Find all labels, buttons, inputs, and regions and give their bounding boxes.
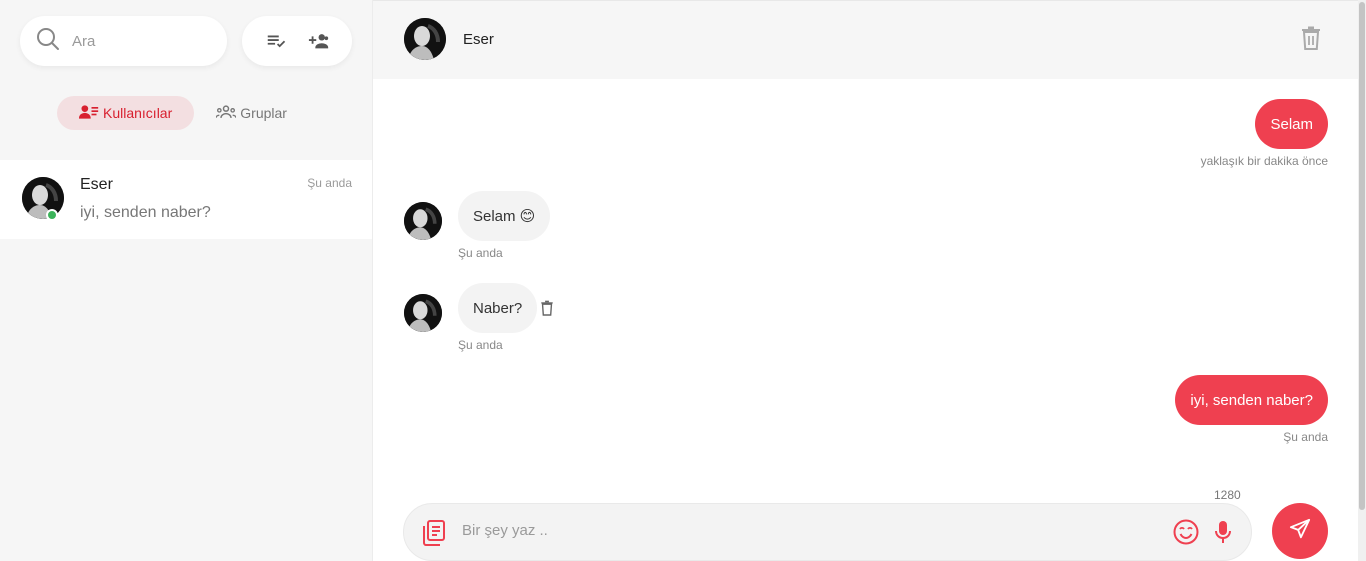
avatar <box>404 294 442 332</box>
contacts-icon <box>79 104 103 123</box>
sidebar: Kullanıcılar Gruplar Eser Şu anda iyi, s… <box>0 0 373 561</box>
message-time: Şu anda <box>458 338 503 352</box>
person-add-icon[interactable] <box>305 27 333 55</box>
sidebar-actions <box>242 16 352 66</box>
conversation-name: Eser <box>80 176 113 193</box>
scrollbar-thumb[interactable] <box>1359 2 1365 510</box>
sidebar-tabs: Kullanıcılar Gruplar <box>57 96 289 130</box>
search-box[interactable] <box>20 16 227 66</box>
tab-groups-label: Gruplar <box>240 105 287 121</box>
search-icon <box>36 27 60 56</box>
message-time: Şu anda <box>1283 430 1328 444</box>
tab-groups[interactable]: Gruplar <box>214 96 289 130</box>
trash-icon[interactable] <box>1300 26 1324 52</box>
microphone-icon[interactable] <box>1214 520 1232 549</box>
tab-users[interactable]: Kullanıcılar <box>57 96 195 130</box>
message-time: Şu anda <box>458 246 503 260</box>
chat-header: Eser <box>373 0 1358 79</box>
send-icon <box>1289 518 1311 545</box>
char-limit: 1280 <box>1214 488 1241 502</box>
composer <box>403 503 1252 561</box>
avatar <box>404 202 442 240</box>
trash-icon[interactable] <box>540 300 554 321</box>
emoji-icon[interactable] <box>1173 519 1199 550</box>
chat-title: Eser <box>463 31 494 48</box>
playlist-check-icon[interactable] <box>262 27 290 55</box>
scrollbar[interactable] <box>1358 0 1366 561</box>
tab-users-label: Kullanıcılar <box>103 105 173 121</box>
message-outgoing[interactable]: Selam <box>1255 99 1328 149</box>
message-input[interactable] <box>462 522 1152 539</box>
library-books-icon[interactable] <box>422 520 446 551</box>
message-outgoing[interactable]: iyi, senden naber? <box>1175 375 1328 425</box>
avatar[interactable] <box>404 18 446 60</box>
conversation-item[interactable]: Eser Şu anda iyi, senden naber? <box>0 160 372 239</box>
send-button[interactable] <box>1272 503 1328 559</box>
conversation-last-message: iyi, senden naber? <box>80 204 211 221</box>
groups-icon <box>215 104 240 122</box>
message-incoming[interactable]: Naber? <box>458 283 538 333</box>
conversation-time: Şu anda <box>307 176 352 190</box>
online-status-dot <box>46 209 58 221</box>
message-incoming[interactable]: Selam 😊 <box>458 191 551 241</box>
message-time: yaklaşık bir dakika önce <box>1200 154 1328 168</box>
search-input[interactable] <box>72 32 202 50</box>
